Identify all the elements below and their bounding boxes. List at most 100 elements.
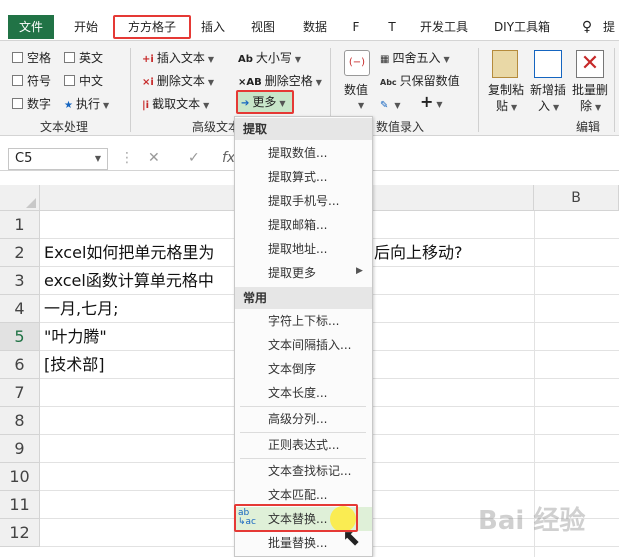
new-insert-button[interactable]: 新增插 (528, 82, 568, 98)
menu-item-interval-insert[interactable]: 文本间隔插入... (268, 337, 351, 353)
menu-item-superscript[interactable]: 字符上下标... (268, 313, 339, 329)
batch-delete-icon[interactable]: ✕ (576, 50, 604, 78)
cell-a4[interactable]: 一月,七月; (44, 295, 118, 323)
menu-item-text-length[interactable]: 文本长度... (268, 385, 327, 401)
menu-item-reverse-text[interactable]: 文本倒序 (268, 361, 316, 377)
abc-icon: Abc (380, 78, 397, 87)
tab-t[interactable]: T (384, 15, 400, 39)
cancel-icon[interactable]: ✕ (148, 150, 160, 166)
checkbox-icon[interactable] (12, 52, 23, 63)
chevron-down-icon: ▼ (207, 78, 214, 87)
checkbox-icon[interactable] (12, 75, 23, 86)
table-insert-icon[interactable] (534, 50, 562, 78)
checkbox-english[interactable]: 英文 (64, 50, 103, 66)
column-header-a-right[interactable] (372, 185, 534, 211)
row-header[interactable]: 12 (0, 519, 40, 547)
row-header[interactable]: 3 (0, 267, 40, 295)
copy-paste-button-line2[interactable]: 贴 ▼ (496, 98, 517, 116)
tab-f[interactable]: F (348, 15, 364, 39)
tab-tell-me[interactable]: 提 (600, 15, 618, 39)
row-header[interactable]: 6 (0, 351, 40, 379)
more-button[interactable]: ➔ 更多 ▼ (236, 90, 294, 114)
row-header[interactable]: 1 (0, 211, 40, 239)
lightbulb-icon[interactable]: ♀ (578, 15, 596, 39)
menu-item-extract-number[interactable]: 提取数值... (268, 145, 327, 161)
delete-spaces-button[interactable]: ×AB 删除空格 ▼ (238, 73, 322, 91)
checkbox-space[interactable]: 空格 (12, 50, 51, 66)
menu-item-extract-formula[interactable]: 提取算式... (268, 169, 327, 185)
menu-item-extract-address[interactable]: 提取地址... (268, 241, 327, 257)
batch-delete-button[interactable]: 批量删 (570, 82, 610, 98)
case-button[interactable]: Ab 大小写 ▼ (238, 50, 301, 68)
row-header[interactable]: 10 (0, 463, 40, 491)
cell-a2[interactable]: Excel如何把单元格里为 (44, 239, 214, 267)
add-button[interactable]: + ▼ (420, 94, 443, 113)
column-header-b[interactable]: B (534, 185, 619, 211)
group-divider (478, 48, 479, 132)
round-button[interactable]: ▦ 四舍五入 ▼ (380, 50, 450, 68)
cell-a3[interactable]: excel函数计算单元格中 (44, 267, 214, 295)
name-box[interactable]: C5 ▼ (8, 148, 108, 170)
select-all-corner[interactable] (0, 185, 40, 211)
arrow-right-icon: ➔ (241, 98, 250, 109)
menu-item-find-mark[interactable]: 文本查找标记... (268, 463, 351, 479)
checkbox-digit[interactable]: 数字 (12, 96, 51, 112)
column-header-a[interactable] (40, 185, 238, 211)
chevron-down-icon: ▼ (207, 55, 214, 64)
row-header[interactable]: 4 (0, 295, 40, 323)
edit-value-button[interactable]: ✎ ▼ (380, 96, 401, 114)
execute-button[interactable]: ★ 执行 ▼ (64, 96, 109, 114)
tab-data[interactable]: 数据 (298, 15, 332, 39)
row-header[interactable]: 2 (0, 239, 40, 267)
value-icon[interactable]: (−) (344, 50, 370, 76)
value-button[interactable]: 数值 (344, 82, 368, 98)
batch-delete-label-2: 除 (580, 99, 593, 113)
keep-value-button[interactable]: Abc 只保留数值 (380, 73, 460, 91)
menu-item-extract-phone[interactable]: 提取手机号... (268, 193, 339, 209)
copy-paste-button[interactable]: 复制粘 (486, 82, 526, 98)
clipboard-icon[interactable] (492, 50, 518, 78)
row-header[interactable]: 8 (0, 407, 40, 435)
group-divider (130, 48, 131, 132)
insert-text-button[interactable]: +i 插入文本 ▼ (142, 50, 214, 68)
delete-text-button[interactable]: ×i 删除文本 ▼ (142, 73, 214, 91)
chevron-down-icon[interactable]: ▼ (358, 98, 364, 114)
row-header[interactable]: 7 (0, 379, 40, 407)
row-header[interactable]: 11 (0, 491, 40, 519)
tab-file[interactable]: 文件 (8, 15, 54, 39)
confirm-icon[interactable]: ✓ (188, 150, 200, 166)
grid-icon: ▦ (380, 54, 390, 65)
value-label: 数值 (344, 83, 369, 97)
row-header[interactable]: 9 (0, 435, 40, 463)
row-header-selected[interactable]: 5 (0, 323, 40, 351)
extract-text-button[interactable]: |i 截取文本 ▼ (142, 96, 209, 114)
chevron-right-icon: ▶ (356, 266, 363, 276)
menu-divider (240, 432, 366, 433)
tab-fangfang[interactable]: 方方格子 (113, 15, 191, 39)
cell-a2-overflow[interactable]: 后向上移动? (374, 239, 463, 267)
tab-view[interactable]: 视图 (246, 15, 280, 39)
case-icon: Ab (238, 54, 253, 65)
cell-a6[interactable]: [技术部] (44, 351, 105, 379)
menu-item-extract-email[interactable]: 提取邮箱... (268, 217, 327, 233)
checkbox-icon[interactable] (64, 75, 75, 86)
batch-delete-button-line2[interactable]: 除 ▼ (580, 98, 601, 116)
chevron-down-icon: ▼ (294, 55, 302, 64)
new-insert-button-line2[interactable]: 入 ▼ (538, 98, 559, 116)
tab-diy-toolbox[interactable]: DIY工具箱 (490, 15, 554, 39)
menu-item-batch-replace[interactable]: 批量替换... (268, 535, 327, 551)
checkbox-symbol[interactable]: 符号 (12, 73, 51, 89)
tab-home[interactable]: 开始 (68, 15, 104, 39)
menu-item-regex[interactable]: 正则表达式... (268, 437, 339, 453)
menu-item-text-match[interactable]: 文本匹配... (268, 487, 327, 503)
checkbox-icon[interactable] (12, 98, 23, 109)
tab-developer[interactable]: 开发工具 (416, 15, 472, 39)
chevron-down-icon[interactable]: ▼ (95, 149, 101, 169)
tab-insert[interactable]: 插入 (196, 15, 230, 39)
cell-a5[interactable]: "叶力腾" (44, 323, 107, 351)
menu-item-extract-more[interactable]: 提取更多 (268, 265, 316, 281)
checkbox-chinese[interactable]: 中文 (64, 73, 103, 89)
menu-item-advanced-split[interactable]: 高级分列... (268, 411, 327, 427)
group-label-text-processing: 文本处理 (40, 120, 89, 134)
checkbox-icon[interactable] (64, 52, 75, 63)
